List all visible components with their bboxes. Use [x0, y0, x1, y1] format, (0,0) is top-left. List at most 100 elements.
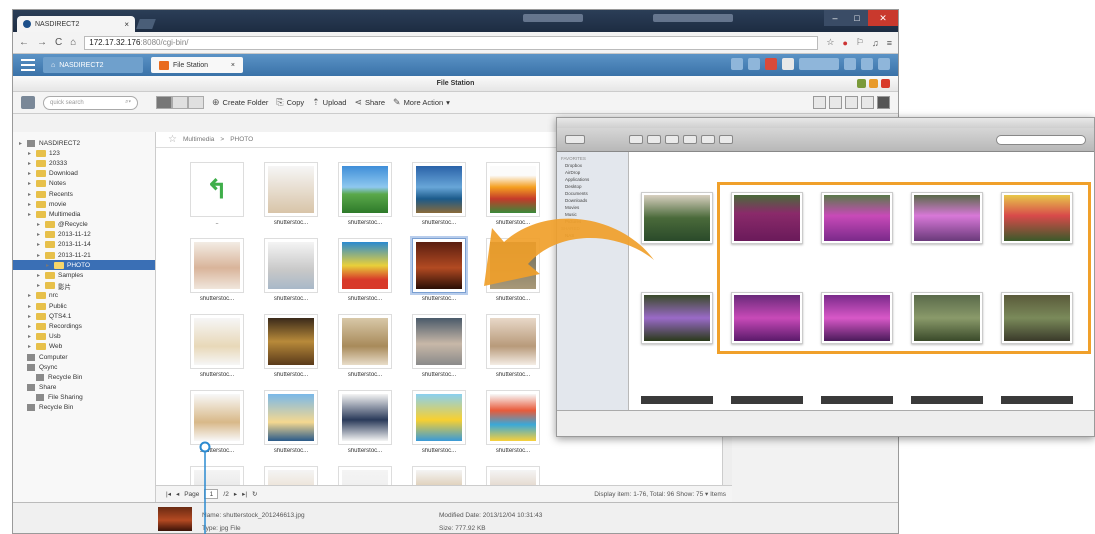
sidebar-item-recents[interactable]: ▸ Recents [13, 189, 155, 199]
sidebar-item-movie[interactable]: ▸ movie [13, 199, 155, 209]
background-tasks-icon[interactable] [748, 58, 760, 70]
file-thumbnail-item[interactable]: shutterstoc... [260, 390, 322, 460]
sidebar-item-web[interactable]: ▸ Web [13, 342, 155, 352]
file-thumbnail-item[interactable]: shutterstoc... [334, 390, 396, 460]
expand-arrow-icon[interactable]: ▸ [37, 282, 45, 289]
breadcrumb-item[interactable]: PHOTO [230, 136, 253, 143]
file-thumbnail-item[interactable]: shutterstoc... [186, 390, 248, 460]
sidebar-item-20333[interactable]: ▸ 20333 [13, 158, 155, 168]
file-thumbnail-item[interactable]: shutterstoc... [186, 314, 248, 384]
file-thumbnail-item[interactable]: shutterstoc... [408, 390, 470, 460]
sidebar-item-123[interactable]: ▸ 123 [13, 148, 155, 158]
expand-arrow-icon[interactable]: ▸ [28, 323, 36, 330]
file-thumbnail-item[interactable]: shutterstoc... [408, 236, 470, 308]
new-tab-button[interactable] [136, 19, 156, 29]
sidebar-item-share[interactable]: Share [13, 383, 155, 393]
create-folder-button[interactable]: ⊕ Create Folder [212, 97, 268, 108]
file-thumbnail-item[interactable]: shutterstoc... [482, 314, 544, 384]
minimize-icon[interactable] [857, 79, 866, 88]
sidebar-item-2013-11-12[interactable]: ▸ 2013-11-12 [13, 230, 155, 240]
file-thumbnail-item[interactable]: shutterstoc... [334, 162, 396, 232]
browser-tab[interactable]: NASDIRECT2 × [17, 16, 135, 32]
filter-icon[interactable] [813, 96, 826, 109]
finder-sidebar-item[interactable]: Dropbox [557, 163, 628, 170]
finder-sidebar-item[interactable]: Desktop [557, 184, 628, 191]
breadcrumb-item[interactable]: Multimedia [183, 136, 214, 143]
expand-arrow-icon[interactable]: ▸ [37, 252, 45, 259]
sidebar-item-usb[interactable]: ▸ Usb [13, 332, 155, 342]
sidebar-item-public[interactable]: ▸ Public [13, 301, 155, 311]
first-page-icon[interactable]: |◂ [166, 490, 171, 498]
sidebar-item-recycle-bin[interactable]: Recycle Bin [13, 372, 155, 382]
sidebar-item-nrc[interactable]: ▸ nrc [13, 291, 155, 301]
extension-icon[interactable]: ⚐ [856, 37, 864, 48]
more-icon[interactable] [878, 58, 890, 70]
refresh-icon[interactable] [829, 96, 842, 109]
sidebar-item-2013-11-14[interactable]: ▸ 2013-11-14 [13, 240, 155, 250]
sidebar-toggle-icon[interactable] [21, 96, 35, 109]
info-icon[interactable] [861, 96, 874, 109]
last-page-icon[interactable]: ▸| [242, 490, 247, 498]
reload-icon[interactable]: C [55, 37, 62, 48]
settings-icon[interactable] [845, 96, 858, 109]
close-icon[interactable] [881, 79, 890, 88]
finder-sidebar-item[interactable]: AirDrop [557, 170, 628, 177]
next-page-icon[interactable]: ▸ [234, 490, 237, 498]
sidebar-item-download[interactable]: ▸ Download [13, 169, 155, 179]
view-columns-button[interactable] [665, 135, 679, 144]
maximize-icon[interactable] [869, 79, 878, 88]
file-thumbnail-item[interactable]: shutterstoc... [186, 238, 248, 308]
expand-arrow-icon[interactable]: ▸ [28, 160, 36, 167]
close-window-icon[interactable]: ✕ [868, 10, 898, 26]
sidebar-item-samples[interactable]: ▸ Samples [13, 270, 155, 280]
expand-arrow-icon[interactable]: ▸ [28, 292, 36, 299]
finder-search-input[interactable] [996, 134, 1086, 145]
thumbnail-view-button[interactable] [156, 96, 172, 109]
detail-view-button[interactable] [188, 96, 204, 109]
bookmark-star-icon[interactable]: ☆ [826, 37, 834, 48]
expand-arrow-icon[interactable]: ▸ [28, 343, 36, 350]
browser-menu-icon[interactable]: ≡ [887, 38, 892, 48]
qts-home-tab[interactable]: ⌂ NASDIRECT2 [43, 57, 143, 73]
file-thumbnail-item[interactable]: shutterstoc... [482, 390, 544, 460]
notification-icon[interactable] [765, 58, 777, 70]
sidebar-item-photo[interactable]: ▸ PHOTO [13, 260, 155, 271]
file-thumbnail-item[interactable]: shutterstoc... [408, 314, 470, 384]
expand-arrow-icon[interactable]: ▸ [46, 262, 54, 269]
arrange-button[interactable] [701, 135, 715, 144]
sidebar-item-2013-11-21[interactable]: ▸ 2013-11-21 [13, 250, 155, 260]
sidebar-item--[interactable]: ▸ 影片 [13, 281, 155, 291]
url-field[interactable]: 172.17.32.176 :8080/cgi-bin/ [84, 35, 819, 50]
search-input[interactable]: quick search ⌕▾ [43, 95, 138, 110]
refresh-icon[interactable]: ↻ [252, 490, 257, 498]
help-icon[interactable] [861, 58, 873, 70]
copy-button[interactable]: ⎘ Copy [276, 97, 304, 108]
sidebar-item-recycle-bin[interactable]: Recycle Bin [13, 403, 155, 413]
remote-mount-icon[interactable] [877, 96, 890, 109]
close-tab-icon[interactable]: × [231, 62, 235, 69]
expand-arrow-icon[interactable]: ▸ [28, 303, 36, 310]
view-icons-button[interactable] [629, 135, 643, 144]
file-station-tab[interactable]: File Station × [151, 57, 243, 73]
file-thumbnail-item[interactable]: ↰.. [186, 162, 248, 232]
file-thumbnail-item[interactable]: shutterstoc... [260, 162, 322, 232]
expand-arrow-icon[interactable]: ▸ [37, 241, 45, 248]
minimize-icon[interactable]: – [824, 10, 846, 26]
share-button[interactable]: ⋖ Share [354, 97, 385, 108]
file-thumbnail-item[interactable]: shutterstoc... [260, 238, 322, 308]
action-button[interactable] [719, 135, 733, 144]
file-thumbnail-item[interactable]: shutterstoc... [334, 238, 396, 308]
expand-arrow-icon[interactable]: ▸ [37, 272, 45, 279]
sidebar-item-multimedia[interactable]: ▸ Multimedia [13, 209, 155, 219]
sidebar-item-qts4-1[interactable]: ▸ QTS4.1 [13, 311, 155, 321]
finder-sidebar-item[interactable]: Documents [557, 191, 628, 198]
sidebar-item-file-sharing[interactable]: File Sharing [13, 393, 155, 403]
expand-arrow-icon[interactable]: ▸ [28, 191, 36, 198]
expand-arrow-icon[interactable]: ▸ [28, 201, 36, 208]
sidebar-item--recycle[interactable]: ▸ @Recycle [13, 220, 155, 230]
home-icon[interactable]: ⌂ [70, 37, 76, 48]
expand-arrow-icon[interactable]: ▸ [37, 231, 45, 238]
dashboard-icon[interactable] [844, 58, 856, 70]
maximize-icon[interactable]: □ [846, 10, 868, 26]
view-coverflow-button[interactable] [683, 135, 697, 144]
